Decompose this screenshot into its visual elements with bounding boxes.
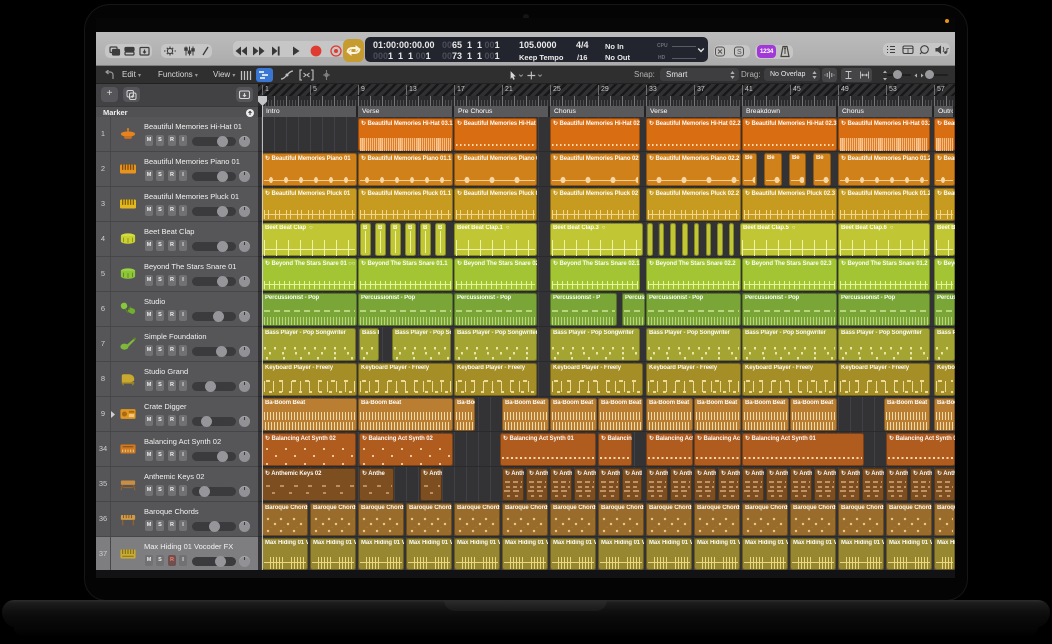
svg-text:S: S xyxy=(737,49,742,56)
